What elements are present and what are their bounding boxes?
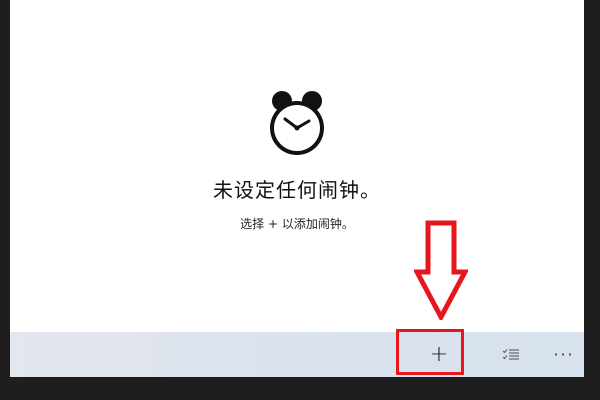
empty-state: 未设定任何闹钟。 选择 + 以添加闹钟。 <box>10 88 584 232</box>
down-arrow-icon <box>414 220 468 320</box>
bottom-strip <box>0 377 600 400</box>
screenshot-frame: 未设定任何闹钟。 选择 + 以添加闹钟。 + ··· <box>0 0 600 400</box>
annotation-highlight-box <box>396 329 464 375</box>
alarms-content: 未设定任何闹钟。 选择 + 以添加闹钟。 <box>10 0 584 332</box>
alarm-clock-icon <box>270 91 324 155</box>
alarms-window: 未设定任何闹钟。 选择 + 以添加闹钟。 + ··· <box>10 0 584 377</box>
more-icon: ··· <box>553 345 575 364</box>
empty-state-title: 未设定任何闹钟。 <box>213 178 381 202</box>
select-alarms-button[interactable] <box>494 332 528 377</box>
command-bar: + ··· <box>10 332 584 377</box>
empty-state-hint: 选择 + 以添加闹钟。 <box>240 217 354 231</box>
select-list-icon <box>502 348 519 360</box>
more-options-button[interactable]: ··· <box>548 332 580 377</box>
